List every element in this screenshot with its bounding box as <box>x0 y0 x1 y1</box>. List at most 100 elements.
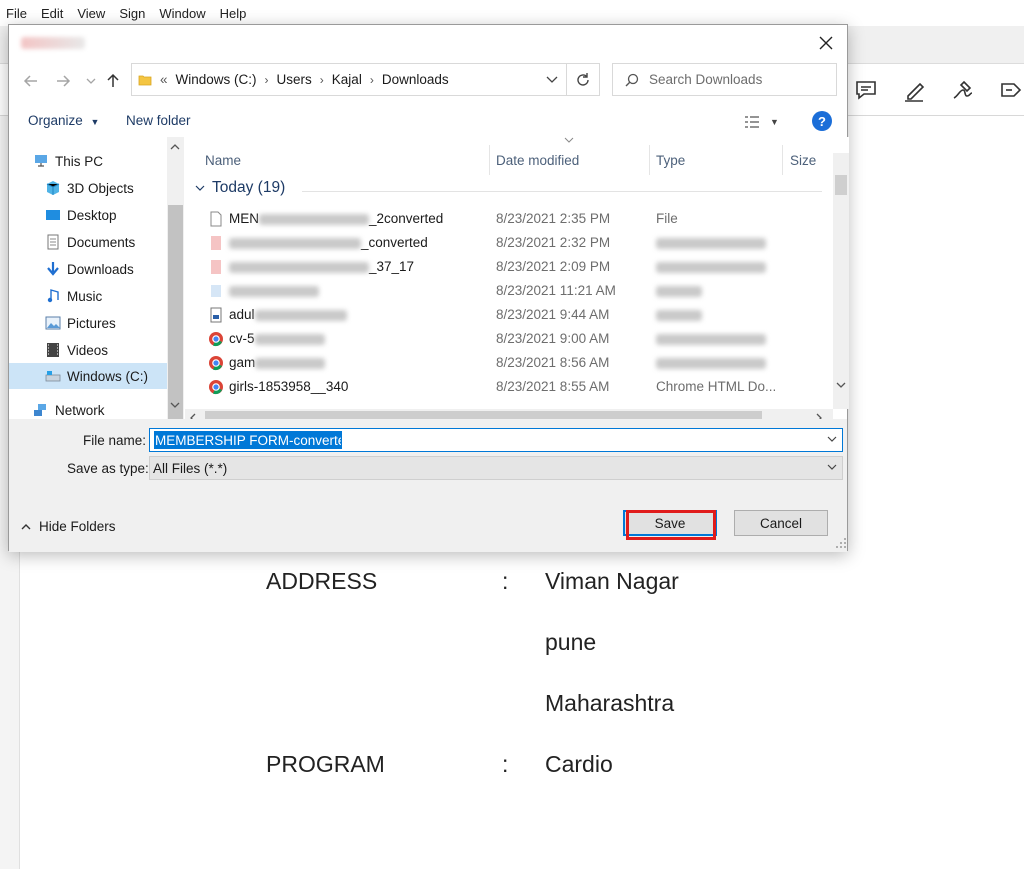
desktop-icon <box>46 210 60 220</box>
address-segment-downloads[interactable]: Downloads <box>382 72 449 87</box>
nav-item-documents[interactable]: Documents <box>45 230 167 254</box>
chrome-icon <box>209 332 223 347</box>
redacted-text <box>229 285 319 297</box>
file-row[interactable]: cv-5 8/23/2021 9:00 AM <box>185 327 835 351</box>
nav-item-music[interactable]: Music <box>45 284 167 308</box>
recent-locations-button[interactable] <box>81 71 101 91</box>
chevron-right-icon[interactable]: › <box>265 73 269 87</box>
file-name-input[interactable] <box>154 431 342 449</box>
nav-item-downloads[interactable]: Downloads <box>45 257 167 281</box>
file-row[interactable]: gam 8/23/2021 8:56 AM <box>185 351 835 375</box>
nav-item-label: Desktop <box>67 207 117 223</box>
hide-folders-toggle[interactable]: Hide Folders <box>21 519 116 534</box>
file-row[interactable]: 8/23/2021 11:21 AM <box>185 279 835 303</box>
help-button[interactable]: ? <box>812 111 832 131</box>
file-name-field[interactable] <box>149 428 843 452</box>
arrow-up-icon <box>107 73 119 87</box>
column-header-name[interactable]: Name <box>205 153 241 168</box>
group-header-today[interactable]: Today (19) <box>195 179 285 197</box>
nav-item-label: Windows (C:) <box>67 368 149 384</box>
chevron-down-icon <box>195 185 205 191</box>
redacted-text <box>259 213 369 225</box>
address-bar[interactable]: « Windows (C:) › Users › Kajal › Downloa… <box>131 63 567 96</box>
address-segment-user[interactable]: Kajal <box>332 72 362 87</box>
search-input[interactable] <box>649 72 819 87</box>
refresh-button[interactable] <box>566 63 600 96</box>
menu-view[interactable]: View <box>77 6 105 21</box>
address-segment-drive[interactable]: Windows (C:) <box>176 72 257 87</box>
file-name-label: File name: <box>83 433 147 448</box>
column-header-date[interactable]: Date modified <box>496 153 579 168</box>
nav-item-videos[interactable]: Videos <box>45 338 167 362</box>
caret-down-icon: ▼ <box>770 117 779 127</box>
chrome-icon <box>209 380 223 395</box>
redacted-text <box>229 261 369 273</box>
close-button[interactable] <box>813 31 839 55</box>
nav-item-pictures[interactable]: Pictures <box>45 311 167 335</box>
file-type <box>656 283 702 298</box>
nav-pane-scroll-thumb[interactable] <box>168 205 183 419</box>
file-name-start: gam <box>229 355 256 370</box>
dialog-title-bar <box>9 25 847 61</box>
chevron-down-icon[interactable] <box>546 75 558 85</box>
forward-button[interactable] <box>53 71 73 91</box>
scroll-down-icon[interactable] <box>836 381 846 389</box>
address-segment-users[interactable]: Users <box>277 72 312 87</box>
stamp-icon[interactable] <box>996 76 1024 104</box>
menu-window[interactable]: Window <box>159 6 205 21</box>
chevron-down-icon[interactable] <box>826 433 838 445</box>
resize-grip-icon[interactable] <box>835 537 847 549</box>
file-row[interactable]: MEN _2converted 8/23/2021 2:35 PM File <box>185 207 835 231</box>
view-options-button[interactable]: ▼ <box>744 113 784 131</box>
address-label: ADDRESS <box>266 568 378 594</box>
nav-item-3d-objects[interactable]: 3D Objects <box>45 176 167 200</box>
chevron-right-icon[interactable]: › <box>320 73 324 87</box>
file-row[interactable]: _converted 8/23/2021 2:32 PM <box>185 231 835 255</box>
address-overflow[interactable]: « <box>160 72 168 87</box>
cancel-button[interactable]: Cancel <box>734 510 828 536</box>
column-divider[interactable] <box>649 145 650 175</box>
back-button[interactable] <box>21 71 41 91</box>
file-list-scroll-thumb[interactable] <box>835 175 847 195</box>
file-name-end: _37_17 <box>369 259 415 274</box>
menu-help[interactable]: Help <box>220 6 247 21</box>
nav-item-desktop[interactable]: Desktop <box>45 203 167 227</box>
column-header-type[interactable]: Type <box>656 153 685 168</box>
column-header-size[interactable]: Size <box>790 153 816 168</box>
chevron-down-icon <box>86 78 96 84</box>
column-divider[interactable] <box>782 145 783 175</box>
menu-edit[interactable]: Edit <box>41 6 63 21</box>
menu-sign[interactable]: Sign <box>119 6 145 21</box>
dialog-title-redacted <box>21 37 85 49</box>
search-icon <box>625 73 639 86</box>
details-view-icon <box>745 116 759 128</box>
nav-item-windows-c[interactable]: Windows (C:) <box>9 363 167 389</box>
menu-file[interactable]: File <box>6 6 27 21</box>
comment-icon[interactable] <box>852 76 880 104</box>
new-folder-button[interactable]: New folder <box>126 113 191 128</box>
save-as-type-select[interactable]: All Files (*.*) <box>149 456 843 480</box>
search-box[interactable] <box>612 63 837 96</box>
file-row[interactable]: adul 8/23/2021 9:44 AM <box>185 303 835 327</box>
chevron-right-icon[interactable]: › <box>370 73 374 87</box>
file-date: 8/23/2021 9:44 AM <box>496 307 610 322</box>
nav-item-label: Documents <box>67 234 136 250</box>
highlight-pen-icon[interactable] <box>900 76 928 104</box>
scroll-up-icon[interactable] <box>170 143 180 151</box>
nav-item-this-pc[interactable]: This PC <box>33 149 167 173</box>
file-row[interactable]: _37_17 8/23/2021 2:09 PM <box>185 255 835 279</box>
chrome-icon <box>209 356 223 371</box>
up-button[interactable] <box>103 71 123 91</box>
nav-item-label: This PC <box>55 153 104 169</box>
cube-icon <box>46 181 60 195</box>
file-row[interactable]: girls-1853958__340 8/23/2021 8:55 AM Chr… <box>185 375 835 399</box>
film-icon <box>47 343 59 357</box>
save-highlight-box <box>626 510 716 540</box>
pictures-icon <box>45 316 61 330</box>
sign-icon[interactable] <box>948 76 976 104</box>
file-date: 8/23/2021 2:32 PM <box>496 235 611 250</box>
organize-button[interactable]: Organize ▼ <box>28 113 99 128</box>
arrow-right-icon <box>57 75 71 87</box>
scroll-down-icon[interactable] <box>170 401 180 409</box>
column-divider[interactable] <box>489 145 490 175</box>
